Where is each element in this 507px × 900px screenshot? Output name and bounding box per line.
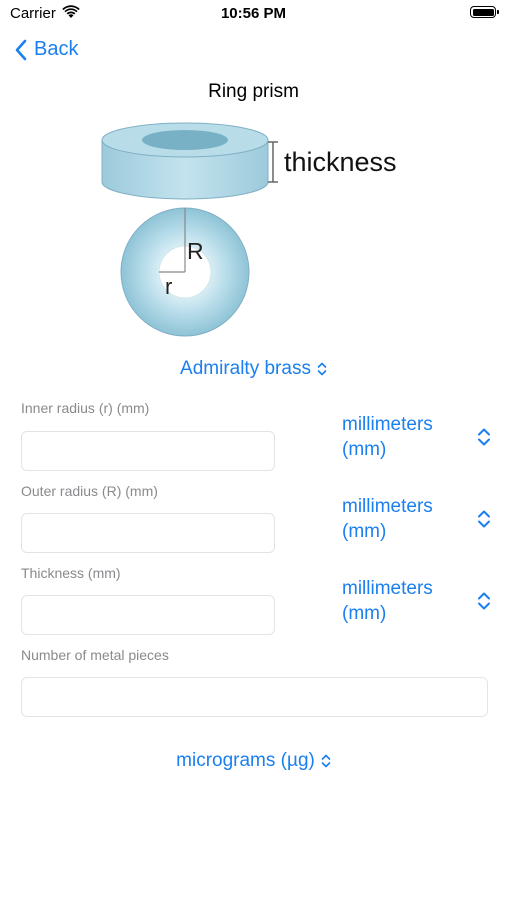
status-time: 10:56 PM	[220, 5, 287, 22]
material-picker[interactable]: Admiralty brass	[0, 358, 507, 380]
outer-radius-field-label: Outer radius (R) (mm)	[21, 483, 158, 499]
outer-radius-input[interactable]	[21, 513, 275, 553]
thickness-label: thickness	[284, 147, 397, 177]
thickness-input[interactable]	[21, 595, 275, 635]
inner-radius-unit-picker[interactable]: millimeters (mm)	[342, 412, 462, 462]
chevron-up-down-icon[interactable]	[476, 508, 492, 530]
back-button[interactable]: Back	[14, 38, 78, 61]
ring-prism-diagram: thickness R r	[101, 122, 397, 337]
battery-icon	[470, 6, 499, 18]
inner-radius-field-label: Inner radius (r) (mm)	[21, 400, 150, 416]
inner-radius-label: r	[165, 274, 172, 299]
metal-pieces-field-label: Number of metal pieces	[21, 647, 169, 663]
ring-top-view	[120, 207, 250, 337]
chevron-up-down-icon[interactable]	[476, 426, 492, 448]
metal-pieces-input[interactable]	[21, 677, 488, 717]
chevron-left-icon	[15, 39, 27, 60]
back-label: Back	[34, 38, 79, 60]
thickness-unit-picker[interactable]: millimeters (mm)	[342, 576, 462, 626]
result-unit-picker[interactable]: micrograms (µg)	[0, 750, 507, 772]
thickness-bracket	[268, 141, 278, 183]
outer-radius-label: R	[187, 238, 204, 264]
chevron-up-down-icon	[317, 361, 327, 377]
page-title: Ring prism	[208, 81, 299, 102]
chevron-up-down-icon	[321, 753, 331, 769]
outer-radius-unit-picker[interactable]: millimeters (mm)	[342, 494, 462, 544]
inner-radius-input[interactable]	[21, 431, 275, 471]
result-unit-label: micrograms (µg)	[176, 750, 315, 771]
material-picker-label: Admiralty brass	[180, 358, 311, 379]
chevron-up-down-icon[interactable]	[476, 590, 492, 612]
thickness-field-label: Thickness (mm)	[21, 565, 121, 581]
prism-side-view	[101, 122, 269, 200]
